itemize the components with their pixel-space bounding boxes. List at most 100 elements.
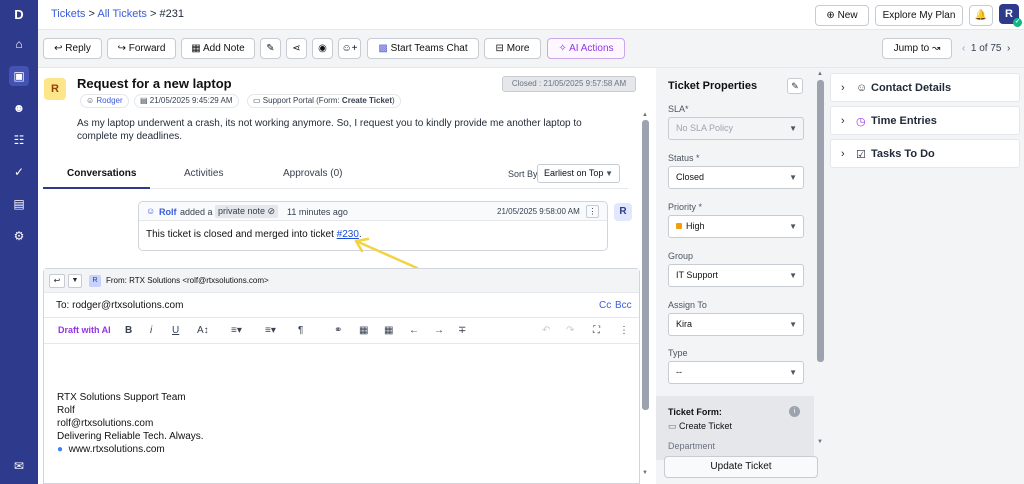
draft-with-ai-button[interactable]: Draft with AI xyxy=(58,325,111,335)
reply-from-bar: ↩ ▼ R From: RTX Solutions <rolf@rtxsolut… xyxy=(44,269,639,293)
forward-button[interactable]: ↪ Forward xyxy=(107,38,176,59)
tasks-check-icon[interactable]: ✓ xyxy=(9,162,29,182)
to-field[interactable]: To: rodger@rtxsolutions.com xyxy=(56,300,183,311)
group-select[interactable]: IT Support ▼ xyxy=(668,264,804,287)
main-scroll-down-icon[interactable]: ▼ xyxy=(642,470,648,476)
add-user-button[interactable]: ☺+ xyxy=(338,38,361,59)
watch-button[interactable]: ◉ xyxy=(312,38,333,59)
text-size-icon[interactable]: A↕ xyxy=(197,325,209,336)
prev-chevron-icon[interactable]: ‹ xyxy=(962,43,971,54)
more-button[interactable]: ⊟ More xyxy=(484,38,541,59)
reply-type-button[interactable]: ↩ xyxy=(49,274,65,288)
person-icon: ☺ xyxy=(86,96,97,105)
jump-to-button[interactable]: Jump to ↝ xyxy=(882,38,952,59)
left-nav: D ⌂ ▣ ☻ ☷ ✓ ▤ ⚙ ✉ xyxy=(0,0,38,484)
outdent-icon[interactable]: ← xyxy=(409,325,419,336)
add-note-button[interactable]: ▦ Add Note xyxy=(181,38,255,59)
breadcrumb-tickets[interactable]: Tickets xyxy=(51,8,85,20)
tickets-icon[interactable]: ▣ xyxy=(9,66,29,86)
toolbar-more-icon[interactable]: ⋮ xyxy=(619,325,629,336)
tab-activities[interactable]: Activities xyxy=(184,168,223,179)
chevron-down-icon: ▼ xyxy=(789,320,797,329)
sort-select[interactable]: Earliest on Top ▼ xyxy=(537,164,620,183)
edit-properties-button[interactable]: ✎ xyxy=(787,78,803,94)
edit-button[interactable]: ✎ xyxy=(260,38,281,59)
teams-chat-button[interactable]: ▩ Start Teams Chat xyxy=(367,38,479,59)
cc-button[interactable]: Cc xyxy=(599,300,611,311)
time-entries-card[interactable]: › ◷ Time Entries xyxy=(830,106,1020,135)
main-scrollbar[interactable] xyxy=(642,120,649,410)
table-icon[interactable]: ▦ xyxy=(384,325,393,336)
info-icon[interactable]: i xyxy=(789,406,800,417)
assign-to-select[interactable]: Kira ▼ xyxy=(668,313,804,336)
bullet-list-icon[interactable]: ≡▾ xyxy=(265,325,276,336)
logo-icon[interactable]: D xyxy=(9,5,29,25)
contacts-icon[interactable]: ☻ xyxy=(9,98,29,118)
link-icon[interactable]: ⚭ xyxy=(334,325,342,336)
type-select[interactable]: -- ▼ xyxy=(668,361,804,384)
chat-icon[interactable]: ✉ xyxy=(9,456,29,476)
note-header: ☺ Rolf added a private note ⊘ 11 minutes… xyxy=(139,202,607,221)
email-signature[interactable]: RTX Solutions Support Team Rolf rolf@rtx… xyxy=(57,391,204,456)
contact-details-card[interactable]: › ☺ Contact Details xyxy=(830,73,1020,102)
status-label: Status * xyxy=(668,153,700,163)
properties-scroll-down-icon[interactable]: ▼ xyxy=(817,439,823,445)
reply-type-chevron-icon[interactable]: ▼ xyxy=(68,274,82,288)
requester-chip[interactable]: ☺ Rodger xyxy=(80,94,129,108)
italic-icon[interactable]: i xyxy=(150,325,152,336)
image-icon[interactable]: ▦ xyxy=(359,325,368,336)
share-button[interactable]: ⋖ xyxy=(286,38,307,59)
home-icon[interactable]: ⌂ xyxy=(9,34,29,54)
knowledge-base-icon[interactable]: ☷ xyxy=(9,130,29,150)
add-note-label: Add Note xyxy=(202,43,245,54)
note-author[interactable]: Rolf xyxy=(159,207,177,217)
priority-select[interactable]: High ▼ xyxy=(668,215,804,238)
time-entries-label: Time Entries xyxy=(871,115,937,127)
bcc-button[interactable]: Bcc xyxy=(615,300,632,311)
paragraph-icon[interactable]: ¶ xyxy=(298,325,303,336)
undo-icon[interactable]: ↶ xyxy=(542,325,550,336)
ai-actions-button[interactable]: ✧ AI Actions xyxy=(547,38,625,59)
explore-plan-button[interactable]: Explore My Plan xyxy=(875,5,963,26)
pencil-icon: ✎ xyxy=(791,81,799,91)
note-icon: ▦ xyxy=(191,43,203,54)
new-button[interactable]: ⊕ New xyxy=(815,5,869,26)
properties-scrollbar[interactable] xyxy=(817,80,824,362)
created-date: 21/05/2025 9:45:29 AM xyxy=(149,96,233,105)
from-address[interactable]: From: RTX Solutions <rolf@rtxsolutions.c… xyxy=(106,276,269,285)
requester-avatar: R xyxy=(44,78,66,100)
note-menu-icon[interactable]: ⋮ xyxy=(586,205,599,218)
clock-icon: ◷ xyxy=(856,116,866,128)
indent-icon[interactable]: → xyxy=(434,325,444,336)
forward-icon: ↪ xyxy=(117,43,129,54)
main-scroll-up-icon[interactable]: ▲ xyxy=(642,112,648,118)
breadcrumb-all-tickets[interactable]: All Tickets xyxy=(97,8,147,20)
redo-icon[interactable]: ↷ xyxy=(566,325,574,336)
ticket-form-name: Create Ticket xyxy=(679,421,733,431)
settings-icon[interactable]: ⚙ xyxy=(9,226,29,246)
created-date-chip: ▤ 21/05/2025 9:45:29 AM xyxy=(134,94,239,108)
update-ticket-button[interactable]: Update Ticket xyxy=(664,456,818,478)
properties-scroll-up-icon[interactable]: ▲ xyxy=(817,71,823,77)
fullscreen-icon[interactable]: ⛶ xyxy=(593,325,600,336)
conversation-tabs: Conversations Activities Approvals (0) S… xyxy=(43,158,628,189)
tab-approvals[interactable]: Approvals (0) xyxy=(283,168,342,179)
to-row: To: rodger@rtxsolutions.com Cc Bcc xyxy=(44,293,639,318)
reports-icon[interactable]: ▤ xyxy=(9,194,29,214)
user-avatar[interactable]: R ✓ xyxy=(999,4,1022,27)
next-chevron-icon[interactable]: › xyxy=(1001,43,1010,54)
reply-label: Reply xyxy=(65,43,91,54)
bold-icon[interactable]: B xyxy=(125,325,132,336)
ticket-pane: R Request for a new laptop ☺ Rodger ▤ 21… xyxy=(38,68,656,484)
horizontal-rule-icon[interactable]: ∓ xyxy=(458,325,466,336)
status-select[interactable]: Closed ▼ xyxy=(668,166,804,189)
notifications-button[interactable]: 🔔 xyxy=(969,5,993,26)
group-label: Group xyxy=(668,251,694,261)
bell-icon: 🔔 xyxy=(974,10,988,21)
underline-icon[interactable]: U xyxy=(172,325,179,336)
ordered-list-icon[interactable]: ≡▾ xyxy=(231,325,242,336)
reply-button[interactable]: ↩ Reply xyxy=(43,38,102,59)
tab-conversations[interactable]: Conversations xyxy=(67,168,136,179)
pagination-label: 1 of 75 xyxy=(970,43,1002,54)
tasks-to-do-card[interactable]: › ☑ Tasks To Do xyxy=(830,139,1020,168)
